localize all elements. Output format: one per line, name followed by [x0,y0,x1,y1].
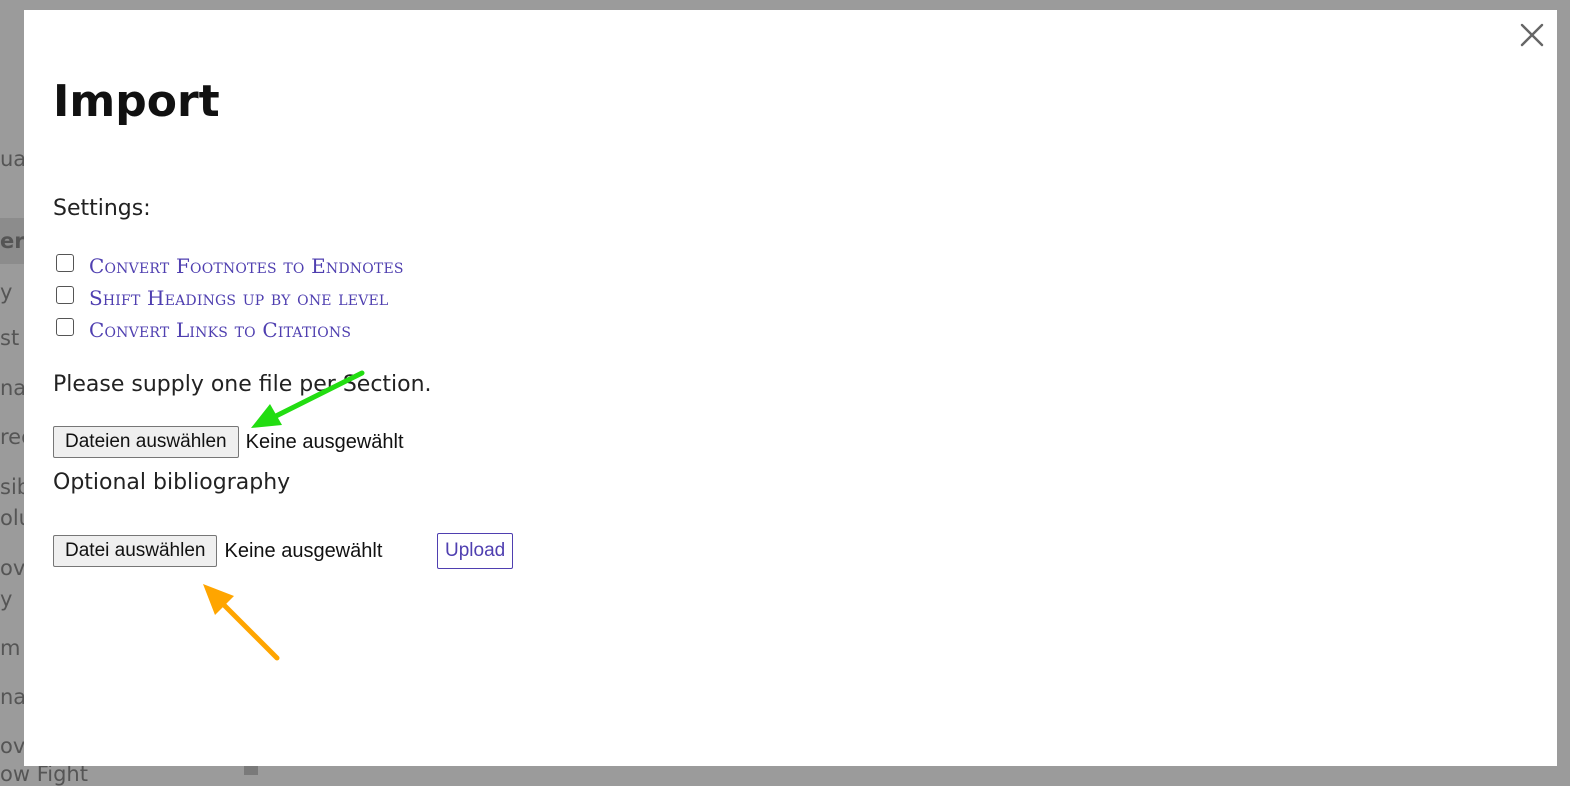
convert-links-checkbox[interactable] [56,318,74,336]
background-scrollbar [244,766,258,775]
option-label[interactable]: Convert Links to Citations [89,318,351,342]
option-label[interactable]: Convert Footnotes to Endnotes [89,254,404,278]
import-modal: Import Settings: Convert Footnotes to En… [24,10,1557,766]
convert-footnotes-checkbox[interactable] [56,254,74,272]
bibliography-label: Optional bibliography [53,470,291,495]
background-sidebar-item: y [0,280,13,304]
option-convert-footnotes[interactable]: Convert Footnotes to Endnotes [56,254,404,278]
supply-instructions: Please supply one file per Section. [53,372,432,397]
choose-files-button[interactable]: Dateien auswählen [53,426,239,458]
background-sidebar-item: st [0,326,20,350]
choose-file-button[interactable]: Datei auswählen [53,535,218,567]
background-sidebar-item: er [0,229,25,253]
background-sidebar-item: ov [0,556,26,580]
bibliography-file-input[interactable]: Datei auswählen Keine ausgewählt [53,535,382,567]
settings-label: Settings: [53,196,151,221]
background-sidebar-item: na [0,376,27,400]
background-sidebar-item: y [0,587,13,611]
close-button[interactable] [1519,22,1545,48]
modal-title: Import [53,76,220,127]
background-sidebar-item: ua [0,147,27,171]
option-label[interactable]: Shift Headings up by one level [89,286,388,310]
sections-file-input[interactable]: Dateien auswählen Keine ausgewählt [53,426,404,458]
file-status: Keine ausgewählt [224,539,383,562]
upload-button[interactable]: Upload [437,533,514,569]
option-convert-links[interactable]: Convert Links to Citations [56,318,351,342]
file-status: Keine ausgewählt [245,430,404,453]
background-sidebar-item: m [0,636,21,660]
option-shift-headings[interactable]: Shift Headings up by one level [56,286,388,310]
shift-headings-checkbox[interactable] [56,286,74,304]
close-icon [1520,23,1544,47]
